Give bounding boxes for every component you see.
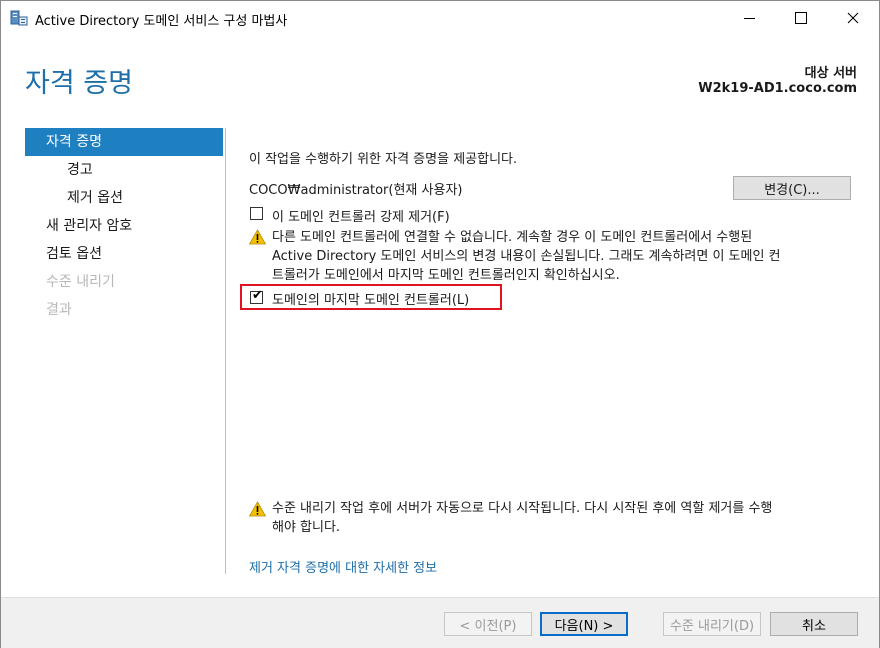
last-dc-label[interactable]: 도메인의 마지막 도메인 컨트롤러(L): [272, 289, 469, 308]
warning-line: 다른 도메인 컨트롤러에 연결할 수 없습니다. 계속할 경우 이 도메인 컨트…: [272, 230, 753, 245]
ad-server-icon: [10, 10, 28, 26]
window-title: Active Directory 도메인 서비스 구성 마법사: [35, 14, 288, 29]
nav-item-removal-options[interactable]: 제거 옵션: [25, 184, 223, 212]
warning-line: 해야 합니다.: [272, 520, 341, 535]
nav-item-credentials[interactable]: 자격 증명: [25, 128, 223, 156]
wizard-window: Active Directory 도메인 서비스 구성 마법사 자격 증명 대상…: [0, 0, 880, 648]
warning-line: 수준 내리기 작업 후에 서버가 자동으로 다시 시작됩니다. 다시 시작된 후…: [272, 501, 773, 516]
nav-item-results: 결과: [46, 302, 72, 318]
title-bar[interactable]: Active Directory 도메인 서비스 구성 마법사: [1, 1, 879, 35]
change-credentials-button[interactable]: 변경(C)...: [733, 176, 851, 200]
nav-divider: [225, 128, 226, 574]
maximize-button[interactable]: [775, 1, 827, 35]
checkmark-icon: ✔: [252, 288, 263, 303]
more-info-link[interactable]: 제거 자격 증명에 대한 자세한 정보: [249, 557, 437, 576]
intro-text: 이 작업을 수행하기 위한 자격 증명을 제공합니다.: [249, 152, 518, 167]
demote-button[interactable]: 수준 내리기(D): [663, 612, 761, 636]
wizard-nav: 자격 증명 경고 제거 옵션 새 관리자 암호 검토 옵션 수준 내리기 결과: [25, 128, 223, 324]
close-icon: [847, 12, 859, 24]
cancel-button[interactable]: 취소: [770, 612, 858, 636]
nav-item-warnings[interactable]: 경고: [25, 156, 223, 184]
target-server-label: 대상 서버: [804, 66, 857, 81]
warning-icon: [249, 229, 266, 245]
credential-value: COCO₩administrator(현재 사용자): [249, 183, 463, 198]
minimize-icon: [743, 17, 755, 19]
connection-warning: 다른 도메인 컨트롤러에 연결할 수 없습니다. 계속할 경우 이 도메인 컨트…: [272, 228, 781, 285]
minimize-button[interactable]: [723, 1, 775, 35]
warning-icon: [249, 501, 266, 517]
restart-warning: 수준 내리기 작업 후에 서버가 자동으로 다시 시작됩니다. 다시 시작된 후…: [272, 499, 772, 537]
force-remove-label[interactable]: 이 도메인 컨트롤러 강제 제거(F): [272, 206, 450, 225]
close-button[interactable]: [827, 1, 879, 35]
warning-line: 트롤러가 도메인에서 마지막 도메인 컨트롤러인지 확인하십시오.: [272, 268, 620, 283]
next-button[interactable]: 다음(N) >: [540, 612, 628, 636]
footer-bar: < 이전(P) 다음(N) > 수준 내리기(D) 취소: [1, 597, 879, 648]
previous-button[interactable]: < 이전(P): [444, 612, 532, 636]
warning-line: Active Directory 도메인 서비스의 변경 내용이 손실됩니다. …: [272, 249, 781, 264]
page-title: 자격 증명: [25, 68, 133, 99]
maximize-icon: [795, 12, 807, 24]
nav-item-review-options[interactable]: 검토 옵션: [25, 240, 223, 268]
nav-item-new-admin-password[interactable]: 새 관리자 암호: [25, 212, 223, 240]
force-remove-checkbox[interactable]: [250, 207, 263, 220]
target-server-name: W2k19-AD1.coco.com: [698, 81, 857, 96]
last-dc-checkbox[interactable]: ✔: [250, 288, 263, 304]
nav-item-demotion: 수준 내리기: [46, 274, 115, 290]
